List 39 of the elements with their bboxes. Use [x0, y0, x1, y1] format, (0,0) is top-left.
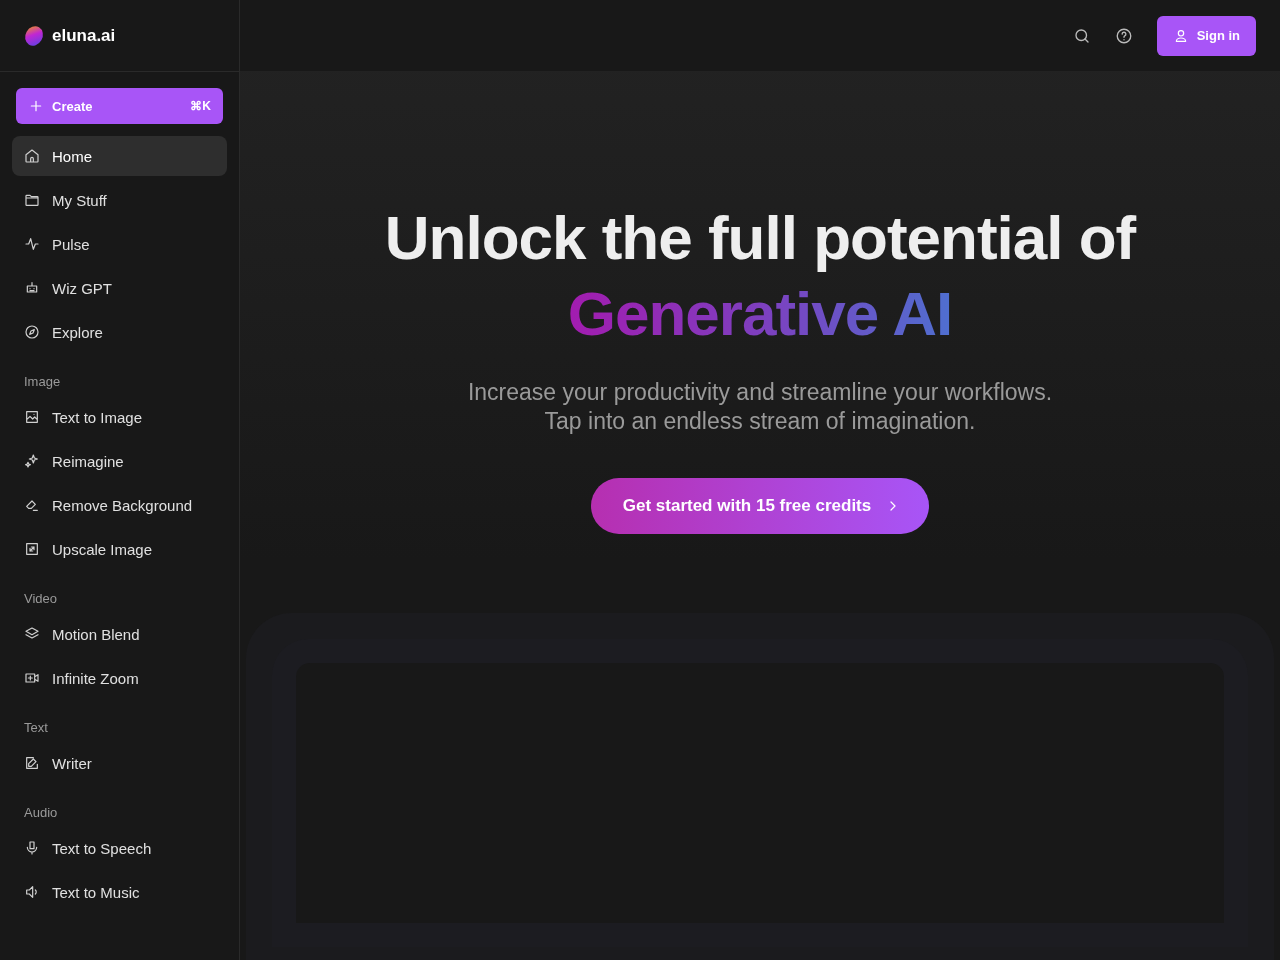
section-heading: Text: [23, 719, 49, 737]
nav-icon: [24, 148, 40, 164]
section-heading: Audio: [23, 804, 59, 822]
search-icon[interactable]: [1072, 26, 1091, 45]
nav-icon: [24, 541, 40, 557]
sidebar-item[interactable]: Upscale Image: [12, 529, 227, 569]
nav-icon: [24, 884, 40, 900]
get-started-button[interactable]: Get started with 15 free credits: [590, 478, 930, 534]
sidebar-item[interactable]: Reimagine: [12, 441, 227, 481]
sidebar-item[interactable]: Motion Blend: [12, 614, 227, 654]
sidebar-item[interactable]: Text to Image: [12, 397, 227, 437]
nav-icon: [24, 236, 40, 252]
sidebar-item[interactable]: My Stuff: [12, 180, 227, 220]
nav-icon: [24, 840, 40, 856]
sidebar-item[interactable]: Infinite Zoom: [12, 658, 227, 698]
sidebar-item[interactable]: Remove Background: [12, 485, 227, 525]
nav-icon: [24, 280, 40, 296]
brand-name: eluna.ai: [52, 25, 116, 46]
sidebar-item[interactable]: Explore: [12, 312, 227, 352]
section-heading: Image: [23, 373, 62, 391]
sidebar-item[interactable]: Writer: [12, 743, 227, 783]
nav-icon: [24, 670, 40, 686]
nav-icon: [24, 453, 40, 469]
sidebar-item[interactable]: Text to Speech: [12, 828, 227, 868]
sign-in-button[interactable]: Sign in: [1156, 15, 1256, 56]
hero-headline: Unlock the full potential of Generative AI: [383, 202, 1138, 350]
nav-icon: [24, 192, 40, 208]
hero-subtitle: Increase your productivity and streamline your workflows. Tap into an endless stream of imagination.: [467, 378, 1053, 436]
sidebar-item[interactable]: Text to Music: [12, 872, 227, 912]
section-heading: Video: [23, 590, 58, 608]
nav-icon: [24, 324, 40, 340]
sidebar-item[interactable]: Wiz GPT: [12, 268, 227, 308]
create-button[interactable]: Create ⌘K: [16, 88, 223, 124]
nav-icon: [24, 755, 40, 771]
sidebar-item[interactable]: Home: [12, 136, 227, 176]
sidebar-item[interactable]: Pulse: [12, 224, 227, 264]
help-icon[interactable]: [1114, 26, 1133, 45]
plus-icon: [28, 98, 44, 114]
nav-icon: [24, 409, 40, 425]
